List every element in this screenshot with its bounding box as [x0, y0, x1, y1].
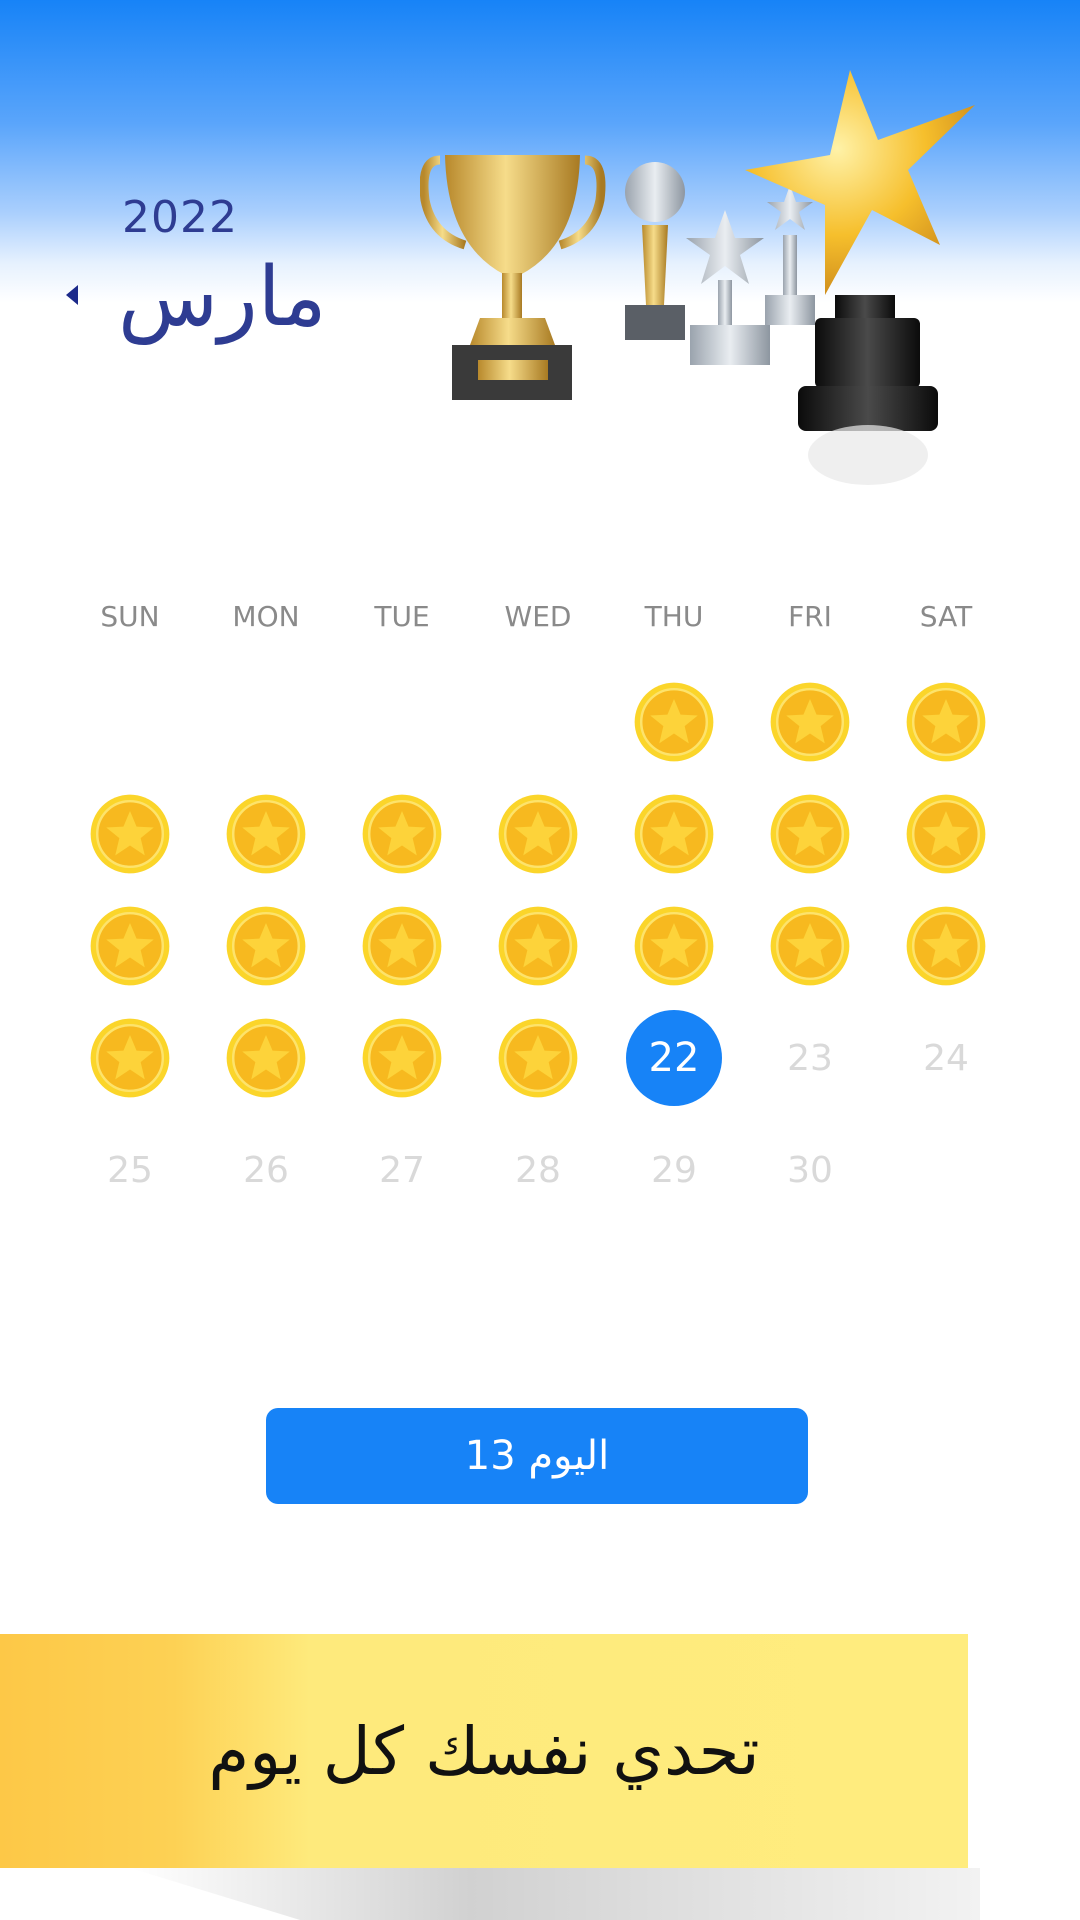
calendar-day[interactable]: 29 — [606, 1120, 742, 1220]
future-day-number: 24 — [923, 1037, 969, 1079]
future-day-number: 25 — [107, 1149, 153, 1191]
future-day-number: 29 — [651, 1149, 697, 1191]
star-coin-icon — [906, 682, 986, 762]
calendar-day[interactable]: 25 — [62, 1120, 198, 1220]
star-coin-icon — [362, 794, 442, 874]
calendar-day[interactable] — [878, 672, 1014, 772]
weekday-sat: SAT — [919, 600, 973, 633]
star-coin-icon — [770, 906, 850, 986]
gold-star-trophy-icon — [745, 70, 975, 485]
calendar-day[interactable]: 23 — [742, 1008, 878, 1108]
calendar-day[interactable] — [742, 896, 878, 996]
calendar-day[interactable]: 27 — [334, 1120, 470, 1220]
calendar-day[interactable] — [606, 672, 742, 772]
calendar-day[interactable] — [470, 1008, 606, 1108]
weekday-thu: THU — [644, 600, 704, 633]
future-day-number: 23 — [787, 1037, 833, 1079]
calendar-day[interactable] — [62, 1008, 198, 1108]
star-coin-icon — [498, 1018, 578, 1098]
weekday-mon: MON — [232, 600, 300, 633]
gold-cup-icon — [420, 155, 606, 400]
today-marker[interactable]: 22 — [626, 1010, 722, 1106]
calendar-day[interactable] — [470, 896, 606, 996]
weekday-tue: TUE — [374, 600, 430, 633]
weekday-sun: SUN — [100, 600, 160, 633]
calendar-day[interactable] — [334, 1008, 470, 1108]
star-coin-icon — [362, 1018, 442, 1098]
star-coin-icon — [498, 794, 578, 874]
future-day-number: 27 — [379, 1149, 425, 1191]
banner-text: تحدي نفسك كل يوم — [208, 1712, 760, 1790]
star-coin-icon — [90, 906, 170, 986]
star-coin-icon — [90, 794, 170, 874]
calendar-day[interactable]: 28 — [470, 1120, 606, 1220]
future-day-number: 30 — [787, 1149, 833, 1191]
calendar-day[interactable] — [62, 896, 198, 996]
calendar-day[interactable] — [62, 784, 198, 884]
calendar-grid: 22 23 24 25 26 27 28 29 30 — [62, 672, 1012, 1232]
star-coin-icon — [634, 682, 714, 762]
star-coin-icon — [226, 1018, 306, 1098]
star-coin-icon — [226, 794, 306, 874]
day-counter-button[interactable]: اليوم 13 — [266, 1408, 808, 1504]
previous-month-icon[interactable] — [66, 285, 78, 305]
calendar-day[interactable] — [334, 784, 470, 884]
star-coin-icon — [906, 794, 986, 874]
calendar-day[interactable]: 24 — [878, 1008, 1014, 1108]
star-coin-icon — [634, 906, 714, 986]
year-label: 2022 — [122, 192, 238, 243]
future-day-number: 28 — [515, 1149, 561, 1191]
star-coin-icon — [90, 1018, 170, 1098]
challenge-banner: تحدي نفسك كل يوم — [0, 1634, 968, 1868]
weekday-fri: FRI — [788, 600, 832, 633]
month-title[interactable]: مارس — [118, 250, 327, 345]
calendar-day[interactable] — [878, 784, 1014, 884]
weekday-header: SUN MON TUE WED THU FRI SAT — [62, 600, 1012, 640]
calendar-day[interactable] — [198, 784, 334, 884]
calendar-day[interactable] — [742, 784, 878, 884]
trophies-illustration — [420, 70, 975, 485]
calendar-day[interactable]: 30 — [742, 1120, 878, 1220]
future-day-number: 26 — [243, 1149, 289, 1191]
star-coin-icon — [226, 906, 306, 986]
calendar-day[interactable] — [198, 1008, 334, 1108]
star-coin-icon — [498, 906, 578, 986]
weekday-wed: WED — [504, 600, 572, 633]
star-coin-icon — [770, 794, 850, 874]
calendar-day[interactable] — [198, 896, 334, 996]
star-coin-icon — [362, 906, 442, 986]
star-coin-icon — [634, 794, 714, 874]
small-trophy-icon — [765, 185, 815, 325]
star-coin-icon — [770, 682, 850, 762]
calendar-day[interactable] — [606, 784, 742, 884]
star-coin-icon — [906, 906, 986, 986]
banner-shadow — [130, 1868, 980, 1920]
calendar-day[interactable]: 22 — [606, 1008, 742, 1108]
globe-trophy-icon — [625, 162, 685, 340]
calendar-day[interactable] — [742, 672, 878, 772]
calendar-day[interactable] — [606, 896, 742, 996]
calendar-day[interactable] — [878, 896, 1014, 996]
calendar-day[interactable]: 26 — [198, 1120, 334, 1220]
silver-star-trophy-icon — [686, 210, 770, 365]
calendar-day[interactable] — [470, 784, 606, 884]
calendar-day[interactable] — [334, 896, 470, 996]
